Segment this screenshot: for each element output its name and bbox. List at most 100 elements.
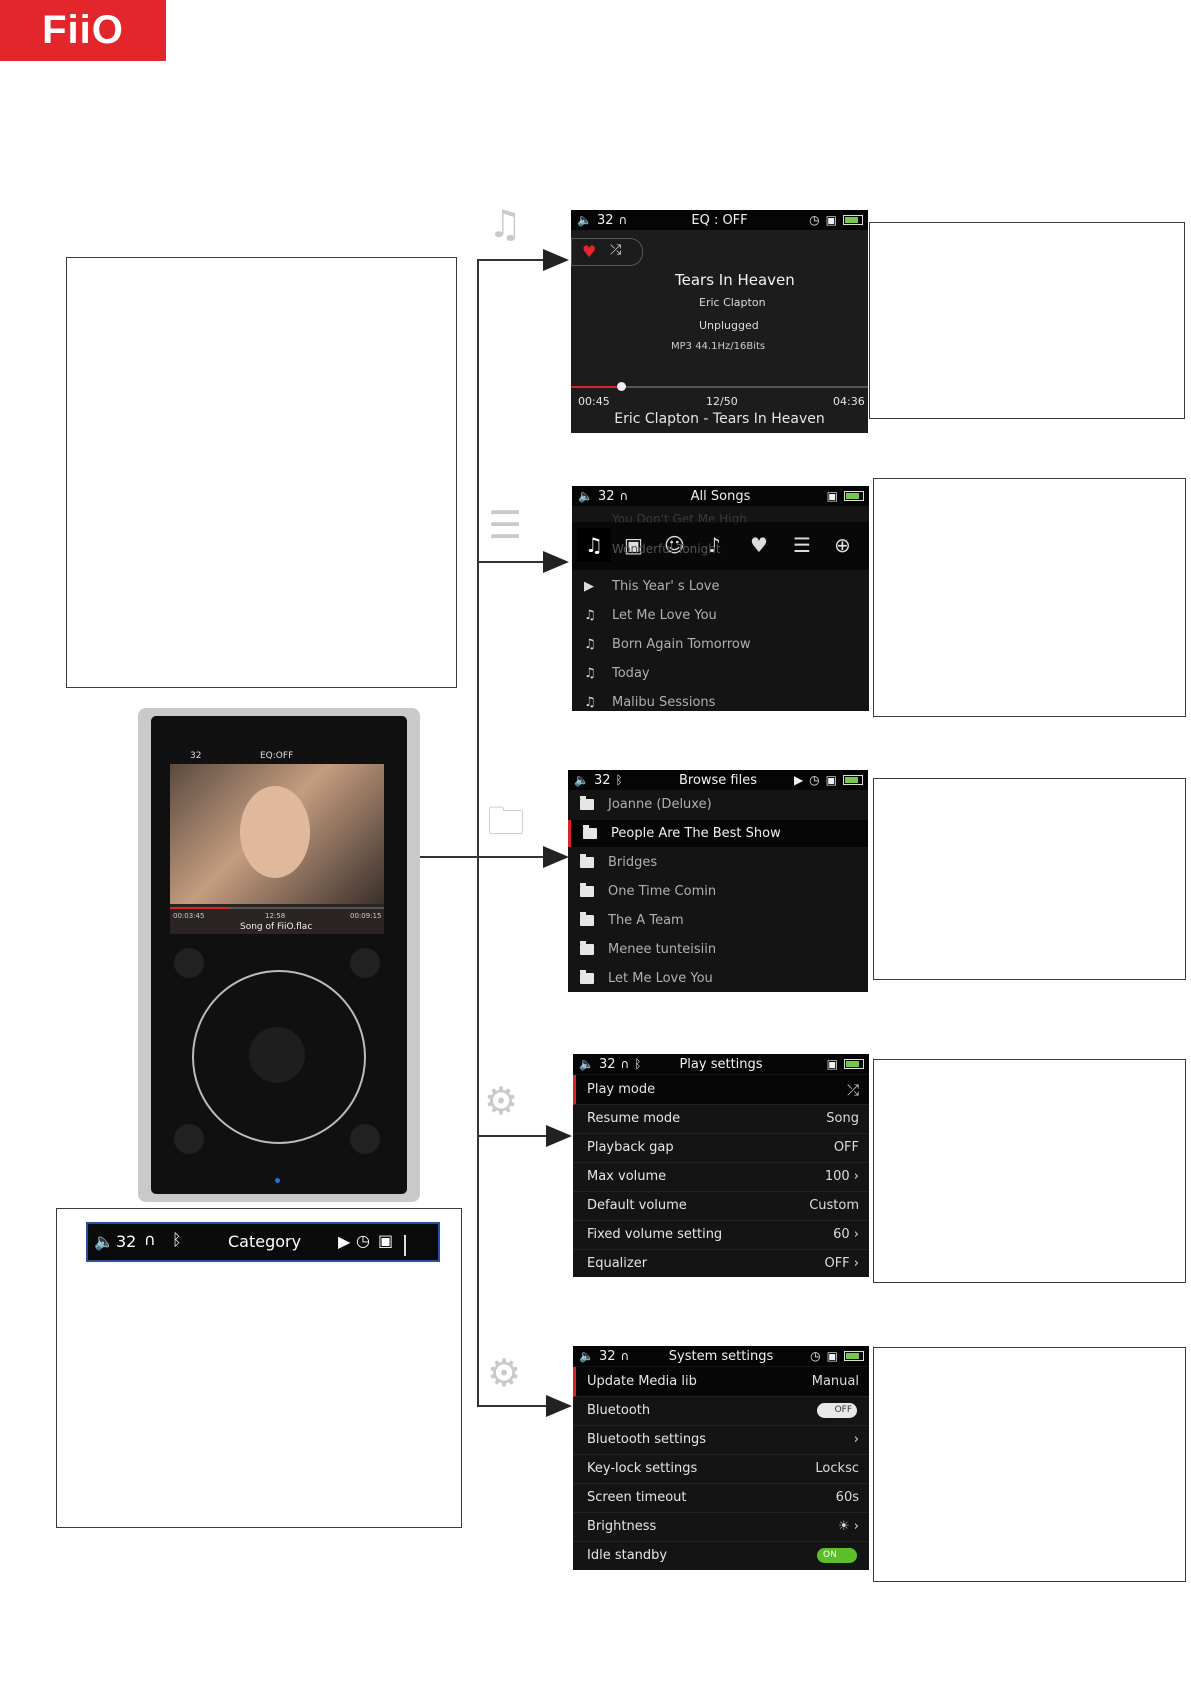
setting-value: OFF (833, 1140, 859, 1155)
folder-name: Let Me Love You (608, 971, 713, 986)
track-index: 12/50 (706, 395, 738, 408)
folder-name: Joanne (Deluxe) (608, 797, 712, 812)
setting-row-bluetooth[interactable]: Bluetooth OFF (573, 1396, 869, 1426)
folder-icon: 🗀 (487, 799, 526, 843)
clock-icon: ◷ (809, 773, 820, 787)
description-box-right-2 (873, 478, 1186, 717)
headphone-icon: ∩ (144, 1230, 156, 1249)
song-row[interactable]: ♫ Born Again Tomorrow (572, 631, 869, 658)
connector-device (416, 856, 478, 858)
face-shape (240, 786, 310, 878)
battery-icon (843, 215, 863, 225)
folder-row[interactable]: Joanne (Deluxe) (568, 791, 868, 818)
folder-row-selected[interactable]: People Are The Best Show (568, 820, 868, 847)
folder-row[interactable]: Menee tunteisiin (568, 936, 868, 963)
setting-label: Brightness (587, 1519, 657, 1534)
legend-volume: 32 (116, 1232, 137, 1251)
device-progress (170, 907, 384, 909)
battery-icon (844, 491, 864, 501)
setting-row-key-lock[interactable]: Key-lock settings Locksc (573, 1454, 869, 1484)
song-icon: ♫ (584, 637, 596, 652)
connector-4 (477, 1135, 548, 1137)
folder-row[interactable]: The A Team (568, 907, 868, 934)
setting-row-max-volume[interactable]: Max volume 100 › (573, 1162, 869, 1192)
device-illustration: 32 EQ:OFF 00:03:45 12:58 00:09:15 Song o… (138, 708, 420, 1202)
setting-label: Default volume (587, 1198, 687, 1213)
arrow-3 (543, 846, 569, 868)
battery-icon (844, 1059, 864, 1069)
clock-icon: ◷ (356, 1231, 370, 1250)
sd-card-icon: ▣ (826, 1349, 838, 1363)
song-name: Malibu Sessions (612, 695, 716, 710)
legend-title: Category (228, 1232, 302, 1251)
arrow-5 (546, 1395, 572, 1417)
folder-row[interactable]: Bridges (568, 849, 868, 876)
sd-card-icon: ▣ (825, 773, 837, 787)
fiio-logo: FiiO (0, 0, 166, 61)
status-bar: 🔈 32 ᛒ Browse files ▶ ◷ ▣ (568, 770, 868, 790)
tab-favorites[interactable]: ♥ (750, 528, 768, 562)
device-file-name: Song of FiiO.flac (240, 922, 313, 932)
toggle-state: ON (823, 1550, 837, 1560)
song-row[interactable]: ▶ This Year' s Love (572, 573, 869, 600)
now-playing-line: Eric Clapton - Tears In Heaven (614, 411, 825, 427)
system-settings-gear-icon: ⚙ (487, 1351, 522, 1395)
device-face: 32 EQ:OFF 00:03:45 12:58 00:09:15 Song o… (151, 716, 407, 1194)
folder-name: Menee tunteisiin (608, 942, 717, 957)
clock-icon: ◷ (810, 1349, 821, 1363)
led-indicator (275, 1178, 280, 1183)
setting-row-default-volume[interactable]: Default volume Custom (573, 1191, 869, 1221)
setting-value: 60s (835, 1490, 859, 1505)
setting-row-fixed-volume[interactable]: Fixed volume setting 60 › (573, 1220, 869, 1250)
setting-label: Play mode (587, 1082, 656, 1097)
description-box-right-3 (873, 778, 1186, 980)
setting-label: Fixed volume setting (587, 1227, 723, 1242)
device-photo (170, 764, 384, 904)
next-button (350, 1124, 380, 1154)
heart-icon[interactable]: ♥ (582, 242, 596, 261)
progress-knob[interactable] (617, 382, 627, 391)
tab-add[interactable]: ⊕ (834, 528, 851, 562)
description-box-right-1 (869, 222, 1185, 419)
now-playing-icon: ▶ (584, 579, 594, 594)
setting-row-brightness[interactable]: Brightness ☀ › (573, 1512, 869, 1542)
setting-row-play-mode[interactable]: Play mode ⤮ (573, 1075, 869, 1105)
favorite-shuffle-pill[interactable]: ♥ ⤮ (571, 238, 643, 266)
device-eq: EQ:OFF (260, 751, 294, 761)
menu-button (174, 948, 204, 978)
idle-standby-toggle[interactable]: ON (817, 1548, 857, 1563)
clock-icon: ◷ (809, 213, 820, 227)
play-settings-screen: 🔈 32 ∩ ᛒ Play settings ▣ Play mode ⤮ Resume … (573, 1054, 869, 1277)
song-row[interactable]: ♫ Today (572, 660, 869, 687)
folder-row[interactable]: Let Me Love You (568, 965, 868, 992)
bluetooth-icon: ᛒ (172, 1230, 182, 1249)
ghost-text-mid: Wonderful Tonight (612, 542, 721, 556)
setting-row-screen-timeout[interactable]: Screen timeout 60s (573, 1483, 869, 1513)
setting-row-resume-mode[interactable]: Resume mode Song (573, 1104, 869, 1134)
duration: 04:36 (833, 395, 865, 408)
folder-name: Bridges (608, 855, 658, 870)
tab-songs[interactable]: ♫ (577, 528, 611, 562)
setting-row-update-media-lib[interactable]: Update Media lib Manual (573, 1367, 869, 1397)
device-time-right: 00:09:15 (350, 912, 382, 920)
arrow-2 (543, 551, 569, 573)
bluetooth-toggle[interactable]: OFF (817, 1403, 857, 1418)
song-row[interactable]: ♫ Malibu Sessions (572, 689, 869, 711)
audio-format: MP3 44.1Hz/16Bits (671, 341, 766, 352)
song-row[interactable]: ♫ Let Me Love You (572, 602, 869, 629)
setting-row-equalizer[interactable]: Equalizer OFF › (573, 1249, 869, 1277)
setting-row-playback-gap[interactable]: Playback gap OFF (573, 1133, 869, 1163)
folder-name: The A Team (608, 913, 684, 928)
status-bar-legend: 🔈 32 ∩ ᛒ Category ▶ ◷ ▣ (86, 1222, 440, 1262)
setting-value: Custom (809, 1198, 859, 1213)
play-icon: ▶ (793, 773, 804, 787)
tab-playlists[interactable]: ☰ (793, 528, 811, 562)
sd-card-icon: ▣ (378, 1231, 394, 1250)
shuffle-icon[interactable]: ⤮ (610, 242, 621, 258)
setting-row-bluetooth-settings[interactable]: Bluetooth settings › (573, 1425, 869, 1455)
setting-value: OFF › (824, 1256, 859, 1271)
browse-files-screen: 🔈 32 ᛒ Browse files ▶ ◷ ▣ Joanne (Deluxe) Pe… (568, 770, 868, 992)
setting-row-idle-standby[interactable]: Idle standby ON (573, 1541, 869, 1570)
folder-row[interactable]: One Time Comin (568, 878, 868, 905)
progress-bar[interactable] (571, 386, 868, 388)
